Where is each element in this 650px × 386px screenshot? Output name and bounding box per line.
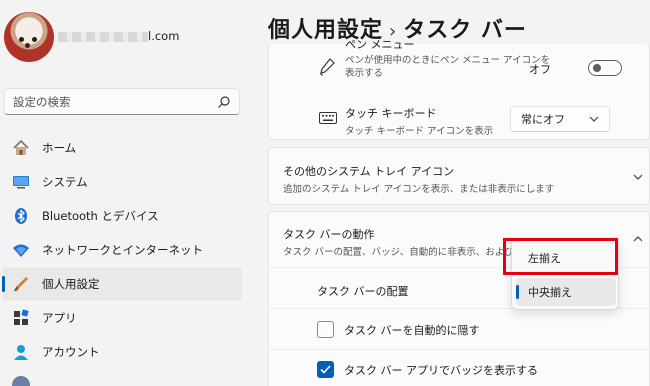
- bluetooth-icon: [12, 207, 30, 225]
- other-tray-icons-card[interactable]: その他のシステム トレイ アイコン 追加のシステム トレイ アイコンを表示、また…: [268, 147, 650, 205]
- pen-menu-toggle[interactable]: [588, 60, 622, 76]
- alignment-popup: 左揃え 中央揃え: [511, 238, 619, 310]
- sidebar-item-network[interactable]: ネットワークとインターネット: [2, 233, 242, 267]
- sidebar-item-home[interactable]: ホーム: [2, 131, 242, 165]
- sidebar: l.com ホーム システム Bluetooth とデバイス: [0, 0, 255, 386]
- alignment-option-center[interactable]: 中央揃え: [516, 278, 616, 306]
- other-tray-desc: 追加のシステム トレイ アイコンを表示、または非表示にします: [283, 184, 555, 195]
- profile-email: l.com: [58, 29, 179, 43]
- sidebar-item-label: アプリ: [42, 311, 77, 325]
- chevron-down-icon[interactable]: [633, 174, 643, 180]
- other-tray-title: その他のシステム トレイ アイコン: [283, 165, 455, 178]
- sidebar-item-label: ネットワークとインターネット: [42, 243, 203, 257]
- home-icon: [12, 139, 30, 157]
- keyboard-icon: [319, 112, 337, 124]
- search-input[interactable]: [13, 94, 217, 109]
- personalization-icon: [12, 275, 30, 293]
- network-icon: [12, 241, 30, 259]
- sidebar-item-apps[interactable]: アプリ: [2, 301, 242, 335]
- apps-icon: [12, 309, 30, 327]
- touch-keyboard-value: 常にオフ: [521, 113, 565, 126]
- badges-checkbox[interactable]: [317, 361, 334, 378]
- touch-keyboard-row: タッチ キーボード タッチ キーボード アイコンを表示 常にオフ: [269, 102, 649, 140]
- touch-keyboard-desc: タッチ キーボード アイコンを表示: [345, 126, 494, 137]
- taskbar-behavior-title: タスク バーの動作: [283, 228, 375, 241]
- sidebar-item-partial: [12, 376, 112, 386]
- sidebar-item-label: Bluetooth とデバイス: [42, 209, 159, 223]
- avatar[interactable]: [4, 12, 54, 62]
- search-box[interactable]: [4, 88, 240, 115]
- sidebar-item-account[interactable]: アカウント: [2, 335, 242, 369]
- chevron-down-icon: [589, 116, 599, 122]
- badges-row: タスク バー アプリでバッジを表示する: [269, 351, 649, 386]
- pen-menu-desc: ペンが使用中のときにペン メニュー アイコンを表示する: [345, 55, 551, 79]
- nav-list: ホーム システム Bluetooth とデバイス ネットワークとインターネット …: [0, 131, 242, 369]
- sidebar-item-system[interactable]: システム: [2, 165, 242, 199]
- auto-hide-row: タスク バーを自動的に隠す: [269, 310, 649, 350]
- pen-menu-title: ペン メニュー: [345, 38, 415, 51]
- touch-keyboard-dropdown[interactable]: 常にオフ: [510, 106, 610, 132]
- sidebar-item-label: 個人用設定: [42, 277, 100, 291]
- taskbar-behavior-desc: タスク バーの配置、バッジ、自動的に非表示、および複数: [283, 247, 533, 258]
- pen-menu-toggle-label: オフ: [529, 63, 551, 76]
- badges-label: タスク バー アプリでバッジを表示する: [344, 363, 538, 377]
- alignment-label: タスク バーの配置: [317, 285, 409, 298]
- account-icon: [12, 343, 30, 361]
- pen-icon: [320, 58, 335, 76]
- pen-menu-row: ペン メニュー ペンが使用中のときにペン メニュー アイコンを表示する オフ: [269, 38, 649, 92]
- touch-keyboard-title: タッチ キーボード: [345, 107, 437, 120]
- profile[interactable]: [4, 12, 54, 62]
- auto-hide-checkbox[interactable]: [317, 321, 334, 338]
- checkmark-icon: [320, 365, 331, 374]
- chevron-up-icon[interactable]: [633, 236, 643, 242]
- sidebar-item-label: システム: [42, 175, 88, 189]
- sidebar-item-label: ホーム: [42, 141, 77, 155]
- alignment-option-left[interactable]: 左揃え: [516, 244, 616, 272]
- sidebar-item-personalization[interactable]: 個人用設定: [2, 267, 242, 301]
- sidebar-item-bluetooth[interactable]: Bluetooth とデバイス: [2, 199, 242, 233]
- auto-hide-label: タスク バーを自動的に隠す: [344, 323, 480, 337]
- redacted-email: [58, 31, 148, 42]
- sidebar-item-label: アカウント: [42, 345, 100, 359]
- search-icon[interactable]: [217, 95, 231, 109]
- tray-icons-card: ペン メニュー ペンが使用中のときにペン メニュー アイコンを表示する オフ タ…: [268, 38, 650, 140]
- system-icon: [12, 173, 30, 191]
